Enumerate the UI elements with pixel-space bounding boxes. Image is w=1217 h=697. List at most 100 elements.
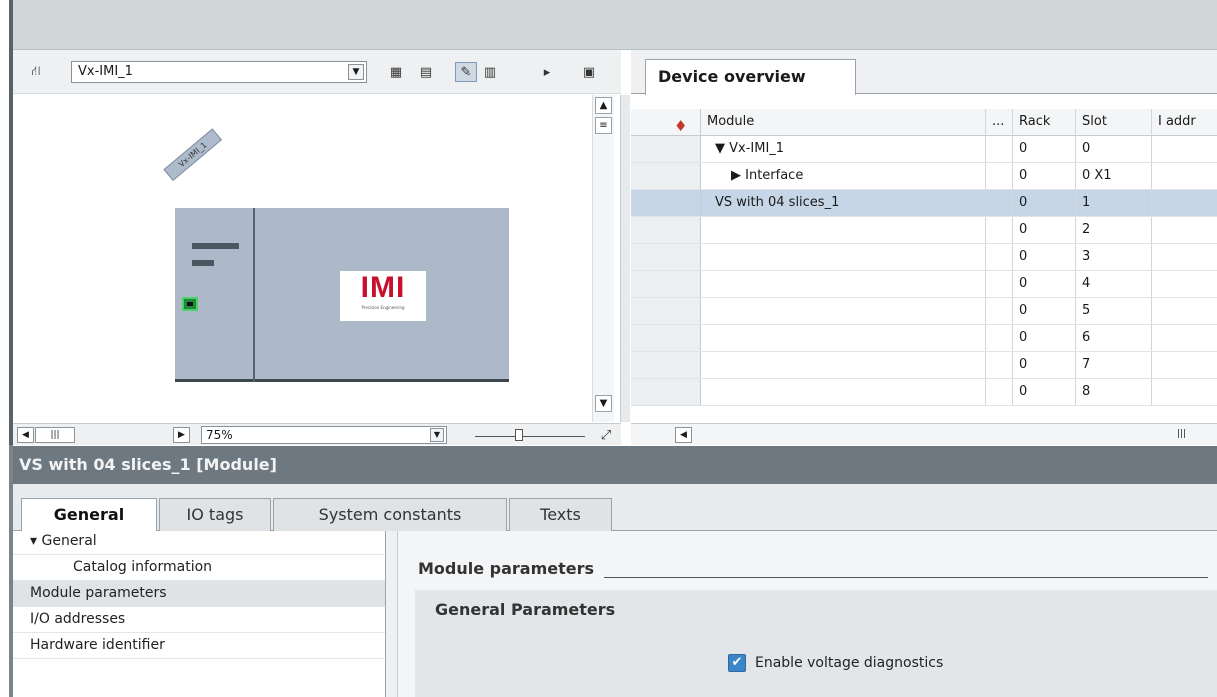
row-header[interactable] [631,217,701,243]
cell-module[interactable] [701,325,986,351]
show-module-labels-icon[interactable]: ✎ [455,62,477,82]
cell-slot[interactable]: 3 [1076,244,1152,270]
cell-rack[interactable]: 0 [1013,325,1076,351]
cell-slot[interactable]: 0 X1 [1076,163,1152,189]
cell-slot[interactable]: 1 [1076,190,1152,216]
cell-dots[interactable] [986,163,1013,189]
column-rack[interactable]: Rack [1013,109,1076,135]
grid-icon[interactable]: ▥ [479,62,501,82]
cell-dots[interactable] [986,190,1013,216]
scroll-up-icon[interactable]: ▲ [595,97,612,114]
cell-dots[interactable] [986,352,1013,378]
cell-dots[interactable] [986,271,1013,297]
table-row[interactable]: 08 [631,379,1217,406]
row-header[interactable] [631,163,701,189]
cell-slot[interactable]: 7 [1076,352,1152,378]
cell-slot[interactable]: 0 [1076,136,1152,162]
cell-rack[interactable]: 0 [1013,136,1076,162]
table-view-icon[interactable]: ▣ [578,62,600,82]
tab-device-overview[interactable]: Device overview [645,59,856,95]
table-row[interactable]: ▼ Vx-IMI_1 0 0 [631,136,1217,163]
column-i-address[interactable]: I addr [1152,109,1217,135]
scroll-thumb[interactable]: ≡ [595,117,612,134]
cell-i-address[interactable] [1152,271,1217,297]
row-header[interactable] [631,244,701,270]
cell-slot[interactable]: 6 [1076,325,1152,351]
pane-splitter[interactable] [620,95,630,422]
cell-dots[interactable] [986,325,1013,351]
sort-filter-icon[interactable]: ♦ [674,113,687,139]
cell-i-address[interactable] [1152,352,1217,378]
cell-slot[interactable]: 5 [1076,298,1152,324]
scroll-left-icon[interactable]: ◀ [17,427,34,443]
hscroll-grip-icon[interactable]: ||| [1173,427,1190,443]
cell-module[interactable] [701,379,986,405]
cell-rack[interactable]: 0 [1013,190,1076,216]
tab-io-tags[interactable]: IO tags [159,498,271,531]
zoom-fit-icon[interactable]: ⤢ [595,426,617,444]
cell-module[interactable]: ▼ Vx-IMI_1 [701,136,986,162]
row-header[interactable] [631,136,701,162]
column-dots[interactable]: ... [986,109,1013,135]
zoom-slider[interactable] [475,427,585,443]
table-row[interactable]: 05 [631,298,1217,325]
cell-i-address[interactable] [1152,217,1217,243]
cell-rack[interactable]: 0 [1013,163,1076,189]
zoom-slider-thumb[interactable] [515,429,523,441]
nav-item-module-parameters[interactable]: Module parameters [13,581,385,607]
cell-dots[interactable] [986,379,1013,405]
cell-dots[interactable] [986,244,1013,270]
row-header[interactable] [631,190,701,216]
tab-general[interactable]: General [21,498,157,532]
cell-rack[interactable]: 0 [1013,352,1076,378]
chevron-down-icon[interactable]: ▼ [430,428,444,442]
checkbox-checked-icon[interactable]: ✔ [728,654,746,672]
tab-texts[interactable]: Texts [509,498,612,531]
nav-item-io-addresses[interactable]: I/O addresses [13,607,385,633]
module-graphic[interactable]: IMI Precision Engineering [175,208,509,382]
cell-i-address[interactable] [1152,325,1217,351]
name-label-icon[interactable]: ▤ [415,62,437,82]
row-header[interactable] [631,271,701,297]
table-row[interactable]: 03 [631,244,1217,271]
network-device-icon[interactable]: ⛙ [25,62,47,82]
cell-i-address[interactable] [1152,190,1217,216]
nav-item-general[interactable]: ▾ General [13,531,385,555]
cell-rack[interactable]: 0 [1013,379,1076,405]
cell-dots[interactable] [986,298,1013,324]
cell-slot[interactable]: 2 [1076,217,1152,243]
scroll-right-icon[interactable]: ▶ [173,427,190,443]
cell-module[interactable]: ▶ Interface [701,163,986,189]
cell-slot[interactable]: 8 [1076,379,1152,405]
voltage-diagnostics-option[interactable]: ✔ Enable voltage diagnostics [728,654,943,672]
cell-module[interactable] [701,352,986,378]
cell-i-address[interactable] [1152,244,1217,270]
cell-rack[interactable]: 0 [1013,217,1076,243]
cell-rack[interactable]: 0 [1013,271,1076,297]
cell-module[interactable] [701,244,986,270]
table-row[interactable]: VS with 04 slices_1 0 1 [631,190,1217,217]
network-port-icon[interactable] [182,297,198,311]
device-select[interactable]: Vx-IMI_1 ▼ [71,61,367,83]
scroll-left-icon[interactable]: ◀ [675,427,692,443]
hscroll-thumb[interactable]: ||| [35,427,75,443]
table-row[interactable]: 07 [631,352,1217,379]
cell-i-address[interactable] [1152,298,1217,324]
tab-system-constants[interactable]: System constants [273,498,507,531]
table-row[interactable]: ▶ Interface 0 0 X1 [631,163,1217,190]
column-slot[interactable]: Slot [1076,109,1152,135]
cell-i-address[interactable] [1152,136,1217,162]
cell-i-address[interactable] [1152,379,1217,405]
cell-dots[interactable] [986,217,1013,243]
toolbar-more-icon[interactable]: ▸ [536,62,558,82]
nav-item-hardware-identifier[interactable]: Hardware identifier [13,633,385,659]
chevron-down-icon[interactable]: ▼ [348,64,364,80]
cell-rack[interactable]: 0 [1013,244,1076,270]
cell-module[interactable] [701,298,986,324]
column-module[interactable]: Module [701,109,986,135]
cell-module[interactable]: VS with 04 slices_1 [701,190,986,216]
cell-dots[interactable] [986,136,1013,162]
nav-item-catalog-information[interactable]: Catalog information [13,555,385,581]
table-row[interactable]: 04 [631,271,1217,298]
row-header[interactable] [631,352,701,378]
